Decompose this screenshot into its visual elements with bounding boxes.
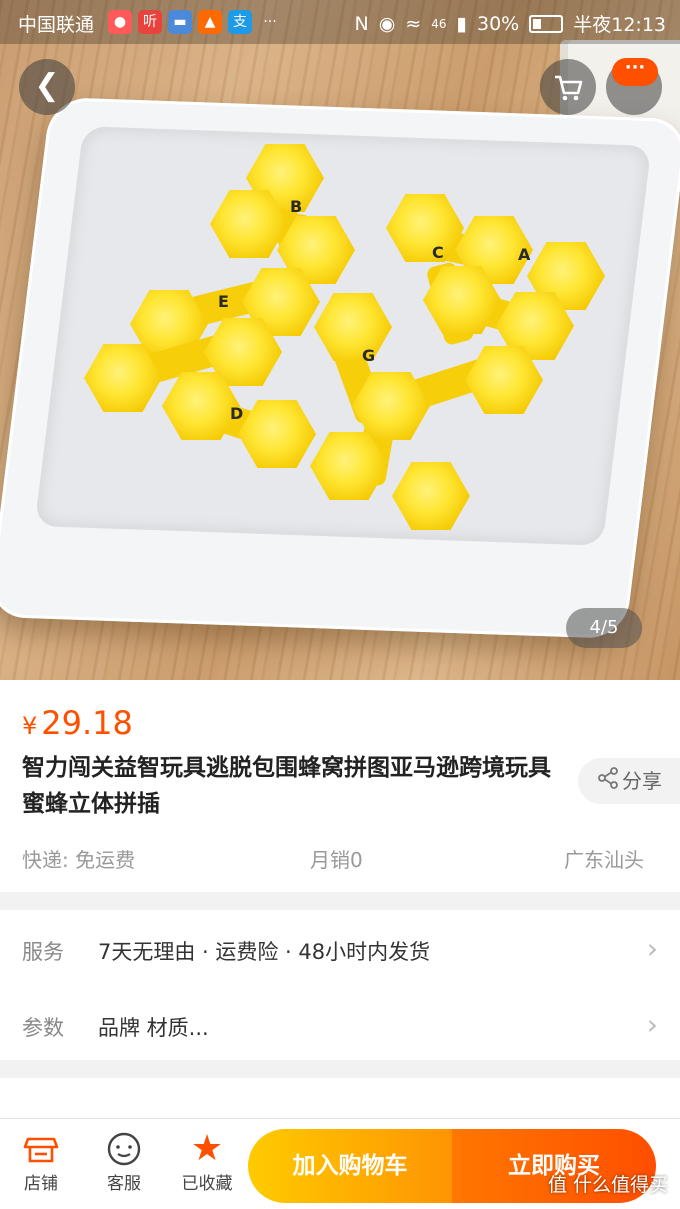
service-row[interactable]: 服务 7天无理由 · 运费险 · 48小时内发货 › (0, 912, 680, 986)
favorite-label: 已收藏 (181, 1174, 233, 1194)
back-arrow-icon: ❮ (34, 68, 60, 103)
store-label: 店铺 (24, 1174, 58, 1194)
cart-icon (555, 75, 583, 101)
share-icon (596, 760, 622, 806)
back-button[interactable]: ❮ (19, 59, 75, 115)
params-row[interactable]: 参数 品牌 材质... › (0, 988, 680, 1062)
piece-letter-c: C (432, 243, 444, 262)
piece-letter-a: A (518, 245, 531, 264)
service-label-bottom: 客服 (107, 1174, 141, 1194)
monthly-sales: 月销0 (310, 848, 363, 872)
eye-icon: ◉ (378, 12, 396, 35)
store-icon (6, 1129, 76, 1169)
piece-letter-g: G (362, 346, 376, 365)
gallery-counter: 4/5 (566, 608, 642, 648)
next-section (0, 1078, 680, 1118)
signal-icon: ▮ (456, 12, 467, 35)
service-icon (89, 1129, 159, 1169)
share-label: 分享 (622, 769, 662, 793)
service-label: 服务 (22, 940, 64, 964)
shipping-info: 快递: 免运费 (22, 848, 136, 872)
more-notifications-icon: ··· (263, 14, 277, 30)
card-app-icon: ▬ (168, 10, 192, 34)
service-section: 服务 7天无理由 · 运费险 · 48小时内发货 › 参数 品牌 材质... › (0, 910, 680, 1060)
chevron-right-icon: › (646, 1008, 658, 1041)
more-icon[interactable]: ··· (612, 58, 658, 86)
watermark-label: 值 什么值得买 (548, 1174, 669, 1196)
piece-letter-e: E (218, 292, 229, 311)
add-to-cart-button[interactable]: 加入购物车 (248, 1129, 452, 1203)
currency-symbol: ¥ (22, 712, 38, 740)
service-value: 7天无理由 · 运费险 · 48小时内发货 (98, 940, 431, 964)
status-bar: 中国联通 ● 听 ▬ ▲ 支 ··· N ◉ ≈ 46 ▮ 30% 半夜12:1… (0, 0, 680, 44)
taobao-app-icon: ▲ (198, 10, 222, 34)
battery-icon (529, 14, 564, 33)
battery-percent: 30% (477, 12, 520, 35)
notification-icons: ● 听 ▬ ▲ 支 ··· (108, 10, 282, 34)
price-value: 29.18 (41, 704, 133, 742)
clock: 半夜12:13 (573, 14, 666, 36)
product-title: 智力闯关益智玩具逃脱包围蜂窝拼图亚马逊跨境玩具 蜜蜂立体拼插 (22, 755, 551, 817)
store-tab[interactable]: 店铺 (6, 1129, 76, 1194)
network-label: 46 (431, 16, 447, 31)
wifi-icon: ≈ (405, 12, 422, 35)
params-label: 参数 (22, 1016, 64, 1040)
piece-letter-d: D (230, 404, 244, 423)
app-notification-icon: ● (108, 10, 132, 34)
star-icon: ★ (190, 1128, 224, 1169)
chevron-right-icon: › (646, 932, 658, 965)
carrier-label: 中国联通 (18, 14, 95, 36)
favorite-tab[interactable]: ★ 已收藏 (172, 1128, 242, 1195)
params-value: 品牌 材质... (98, 1016, 209, 1040)
ship-location: 广东汕头 (564, 848, 644, 872)
cart-button[interactable] (540, 59, 596, 115)
listen-app-icon: 听 (138, 10, 162, 34)
share-button[interactable]: 分享 (578, 758, 680, 804)
product-detail-page: B A C E G D 中国联通 ● 听 ▬ ▲ 支 ··· N ◉ ≈ 46 … (0, 0, 680, 1209)
status-right: N ◉ ≈ 46 ▮ 30% 半夜12:13 (355, 10, 666, 37)
alipay-app-icon: 支 (228, 10, 252, 34)
nfc-icon: N (354, 12, 369, 35)
piece-letter-b: B (290, 197, 303, 216)
service-tab[interactable]: 客服 (89, 1129, 159, 1194)
product-info: ¥29.18 智力闯关益智玩具逃脱包围蜂窝拼图亚马逊跨境玩具 蜜蜂立体拼插 分享… (0, 680, 680, 892)
product-price: ¥29.18 (22, 704, 133, 742)
